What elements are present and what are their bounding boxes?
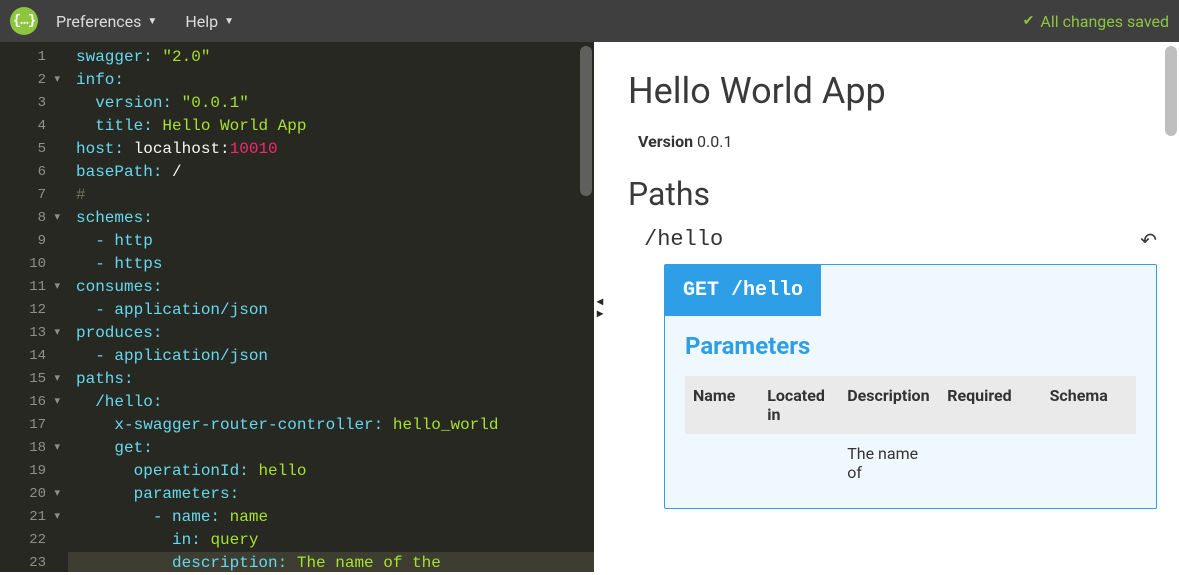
- code-line[interactable]: produces:: [76, 322, 594, 345]
- gutter-line: 7: [0, 184, 60, 207]
- menu-help[interactable]: Help ▼: [185, 12, 234, 31]
- menu-preferences-label: Preferences: [56, 12, 141, 31]
- code-line[interactable]: /hello:: [76, 391, 594, 414]
- code-line[interactable]: title: Hello World App: [76, 115, 594, 138]
- paths-heading: Paths: [628, 175, 1157, 213]
- gutter-line: 22: [0, 529, 60, 552]
- table-row: The name of: [685, 434, 1136, 492]
- gutter-line: 19: [0, 460, 60, 483]
- code-line[interactable]: operationId: hello: [76, 460, 594, 483]
- code-line[interactable]: swagger: "2.0": [76, 46, 594, 69]
- caret-down-icon: ▼: [224, 16, 234, 27]
- th-description: Description: [839, 376, 939, 434]
- check-icon: ✔: [1023, 13, 1035, 29]
- th-name: Name: [685, 376, 759, 434]
- code-line[interactable]: - application/json: [76, 345, 594, 368]
- code-line[interactable]: consumes:: [76, 276, 594, 299]
- splitter-handle[interactable]: ◂ ▸: [594, 42, 606, 572]
- code-line[interactable]: info:: [76, 69, 594, 92]
- gutter-line: 12: [0, 299, 60, 322]
- parameters-heading: Parameters: [685, 332, 1136, 360]
- code-line[interactable]: description: The name of the: [68, 552, 594, 572]
- caret-down-icon: ▼: [147, 16, 157, 27]
- code-line[interactable]: basePath: /: [76, 161, 594, 184]
- code-line[interactable]: version: "0.0.1": [76, 92, 594, 115]
- gutter-line: 17: [0, 414, 60, 437]
- preview-scrollbar[interactable]: [1165, 46, 1177, 136]
- code-line[interactable]: - https: [76, 253, 594, 276]
- code-line[interactable]: parameters:: [76, 483, 594, 506]
- operation-header[interactable]: GET /hello: [665, 265, 1156, 316]
- gutter-line: 18▾: [0, 437, 60, 460]
- editor-gutter: 12▾345678▾91011▾1213▾1415▾16▾1718▾1920▾2…: [0, 42, 68, 572]
- table-header-row: Name Located in Description Required Sch…: [685, 376, 1136, 434]
- operation-card: GET /hello Parameters Name Located in De…: [664, 264, 1157, 509]
- td-required: [939, 434, 1041, 492]
- gutter-line: 11▾: [0, 276, 60, 299]
- editor-scrollbar[interactable]: [580, 46, 592, 196]
- gutter-line: 15▾: [0, 368, 60, 391]
- editor-pane[interactable]: 12▾345678▾91011▾1213▾1415▾16▾1718▾1920▾2…: [0, 42, 594, 572]
- th-located-in: Located in: [759, 376, 839, 434]
- reply-icon[interactable]: ↶: [1140, 228, 1157, 252]
- code-line[interactable]: get:: [76, 437, 594, 460]
- code-line[interactable]: - application/json: [76, 299, 594, 322]
- gutter-line: 14: [0, 345, 60, 368]
- editor-code[interactable]: swagger: "2.0"info: version: "0.0.1" tit…: [68, 42, 594, 572]
- td-located-in: [759, 434, 839, 492]
- save-status-text: All changes saved: [1040, 12, 1169, 31]
- gutter-line: 6: [0, 161, 60, 184]
- version-value: 0.0.1: [697, 132, 732, 151]
- gutter-line: 20▾: [0, 483, 60, 506]
- gutter-line: 13▾: [0, 322, 60, 345]
- gutter-line: 10: [0, 253, 60, 276]
- save-status: ✔ All changes saved: [1023, 12, 1169, 31]
- version-label: Version: [638, 132, 693, 151]
- parameters-section: Parameters Name Located in Description R…: [665, 316, 1156, 508]
- gutter-line: 21▾: [0, 506, 60, 529]
- chevron-right-icon: ▸: [597, 307, 603, 319]
- gutter-line: 1: [0, 46, 60, 69]
- td-schema: [1042, 434, 1136, 492]
- code-line[interactable]: schemes:: [76, 207, 594, 230]
- parameters-table: Name Located in Description Required Sch…: [685, 376, 1136, 492]
- path-name: /hello: [644, 227, 723, 252]
- gutter-line: 3: [0, 92, 60, 115]
- gutter-line: 2▾: [0, 69, 60, 92]
- th-required: Required: [939, 376, 1041, 434]
- swagger-logo: {…}: [10, 7, 38, 35]
- code-line[interactable]: host: localhost:10010: [76, 138, 594, 161]
- code-line[interactable]: - name: name: [76, 506, 594, 529]
- code-line[interactable]: in: query: [76, 529, 594, 552]
- code-line[interactable]: - http: [76, 230, 594, 253]
- version-line: Version 0.0.1: [638, 132, 1157, 151]
- gutter-line: 8▾: [0, 207, 60, 230]
- menu-preferences[interactable]: Preferences ▼: [56, 12, 157, 31]
- gutter-line: 9: [0, 230, 60, 253]
- topbar: {…} Preferences ▼ Help ▼ ✔ All changes s…: [0, 0, 1179, 42]
- td-description: The name of: [839, 434, 939, 492]
- gutter-line: 4: [0, 115, 60, 138]
- code-line[interactable]: x-swagger-router-controller: hello_world: [76, 414, 594, 437]
- code-line[interactable]: #: [76, 184, 594, 207]
- path-header[interactable]: /hello ↶: [644, 227, 1157, 252]
- th-schema: Schema: [1042, 376, 1136, 434]
- td-name: [685, 434, 759, 492]
- code-line[interactable]: paths:: [76, 368, 594, 391]
- preview-pane: Hello World App Version 0.0.1 Paths /hel…: [606, 42, 1179, 572]
- main: 12▾345678▾91011▾1213▾1415▾16▾1718▾1920▾2…: [0, 42, 1179, 572]
- api-title: Hello World App: [628, 70, 1157, 112]
- menu-help-label: Help: [185, 12, 218, 31]
- operation-method: GET /hello: [665, 265, 821, 316]
- gutter-line: 16▾: [0, 391, 60, 414]
- gutter-line: 5: [0, 138, 60, 161]
